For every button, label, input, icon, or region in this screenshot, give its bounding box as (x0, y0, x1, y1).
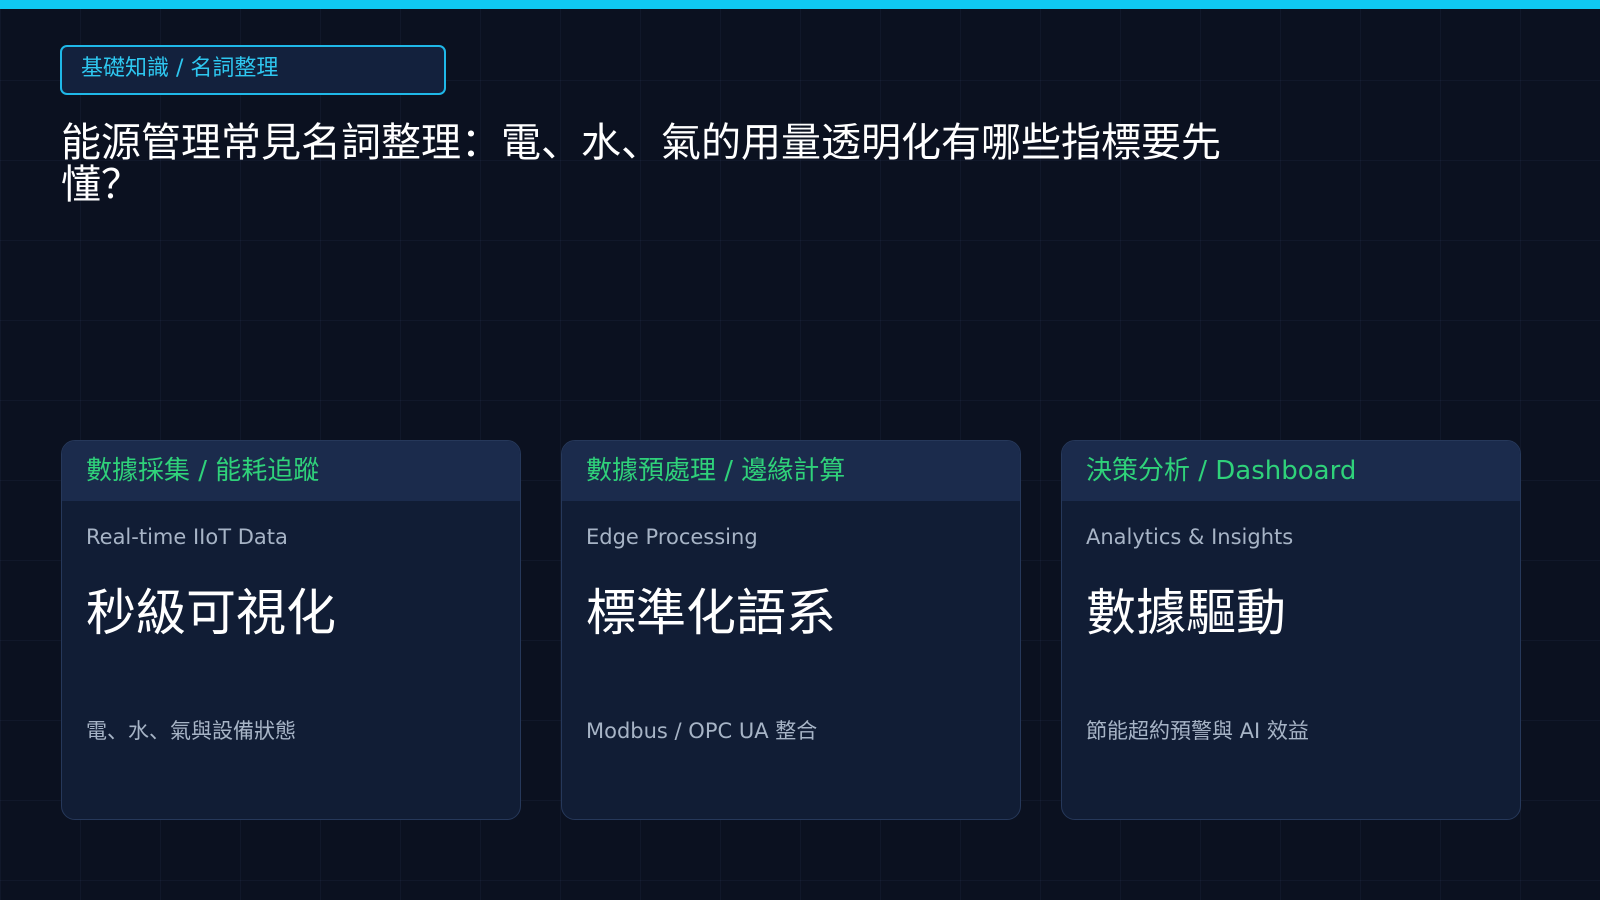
card-subtitle: Edge Processing (586, 525, 758, 549)
card-description: 節能超約預警與 AI 效益 (1086, 719, 1309, 743)
card-heading: 數據預處理 / 邊緣計算 (562, 441, 1020, 501)
card-description: Modbus / OPC UA 整合 (586, 719, 818, 743)
card-edge-processing: 數據預處理 / 邊緣計算 Edge Processing 標準化語系 Modbu… (561, 440, 1021, 820)
card-description: 電、水、氣與設備狀態 (86, 719, 296, 743)
card-value: 標準化語系 (586, 584, 836, 642)
card-heading: 決策分析 / Dashboard (1062, 441, 1520, 501)
card-value: 數據驅動 (1086, 584, 1286, 642)
card-data-collection: 數據採集 / 能耗追蹤 Real-time IIoT Data 秒級可視化 電、… (61, 440, 521, 820)
card-heading: 數據採集 / 能耗追蹤 (62, 441, 520, 501)
page-title: 能源管理常見名詞整理：電、水、氣的用量透明化有哪些指標要先懂？ (61, 120, 1221, 208)
card-subtitle: Real-time IIoT Data (86, 525, 288, 549)
card-decision-analysis: 決策分析 / Dashboard Analytics & Insights 數據… (1061, 440, 1521, 820)
card-value: 秒級可視化 (86, 584, 336, 642)
category-tag: 基礎知識 / 名詞整理 (60, 45, 446, 95)
top-accent-bar (0, 0, 1600, 9)
card-subtitle: Analytics & Insights (1086, 525, 1294, 549)
